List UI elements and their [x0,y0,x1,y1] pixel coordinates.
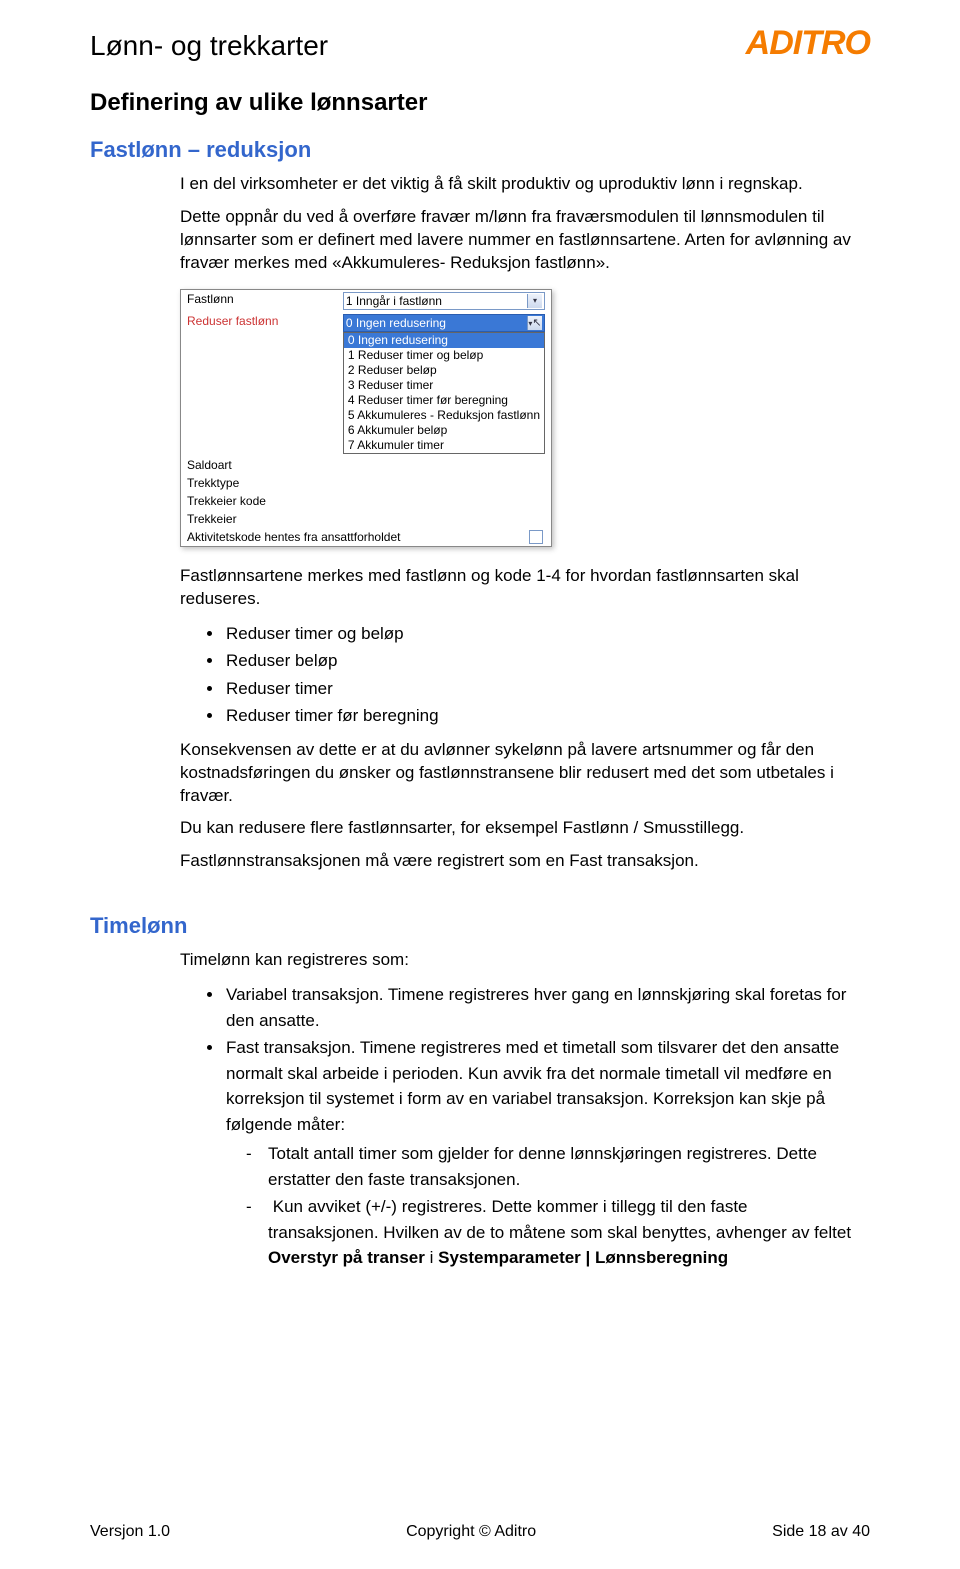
chevron-down-icon: ▾↖ [527,316,542,330]
list-item-text: Fast transaksjon. Timene registreres med… [226,1038,839,1134]
combo-value: 0 Ingen redusering [346,316,446,330]
field-label: Fastlønn [181,290,337,312]
content-block-timelonn: Timelønn kan registreres som: Variabel t… [180,949,860,1270]
dropdown-option[interactable]: 7 Akkumuler timer [344,438,544,453]
document-title: Lønn- og trekkarter [90,30,328,62]
dropdown-option[interactable]: 1 Reduser timer og beløp [344,348,544,363]
dropdown-list[interactable]: 0 Ingen redusering 1 Reduser timer og be… [343,332,545,454]
list-item: Reduser beløp [224,648,860,674]
embedded-app-screenshot: Fastlønn 1 Inngår i fastlønn ▾ Reduser f… [180,289,552,547]
dropdown-option[interactable]: 2 Reduser beløp [344,363,544,378]
content-block-fastlonn: I en del virksomheter er det viktig å få… [180,173,860,873]
page-header: Lønn- og trekkarter ADITRO [90,30,870,63]
sub-list-item: Totalt antall timer som gjelder for denn… [266,1141,860,1192]
paragraph: Fastlønnstransaksjonen må være registrer… [180,850,860,873]
list-item: Variabel transaksjon. Timene registreres… [224,982,860,1033]
chevron-down-icon: ▾ [527,294,542,308]
dropdown-option[interactable]: 4 Reduser timer før beregning [344,393,544,408]
paragraph: Timelønn kan registreres som: [180,949,860,972]
field-label: Saldoart [181,456,337,474]
bullet-list: Reduser timer og beløp Reduser beløp Red… [180,621,860,729]
combo-fastlonn[interactable]: 1 Inngår i fastlønn ▾ [343,292,545,310]
field-label: Trekkeier [181,510,337,528]
brand-logo: ADITRO [746,24,870,63]
document-page: Lønn- og trekkarter ADITRO Definering av… [0,0,960,1569]
dropdown-option[interactable]: 5 Akkumuleres - Reduksjon fastlønn [344,408,544,423]
field-label: Trekktype [181,474,337,492]
checkbox-icon[interactable] [529,530,543,544]
sub-list-item: Kun avviket (+/-) registreres. Dette kom… [266,1194,860,1271]
paragraph: I en del virksomheter er det viktig å få… [180,173,860,196]
combo-reduser-fastlonn[interactable]: 0 Ingen redusering ▾↖ [343,314,545,332]
footer-copyright: Copyright © Aditro [406,1523,536,1541]
page-footer: Versjon 1.0 Copyright © Aditro Side 18 a… [90,1523,870,1541]
subsection-heading-fastlonn: Fastlønn – reduksjon [90,137,870,163]
section-heading-definering: Definering av ulike lønnsarter [90,89,870,117]
combo-value: 1 Inngår i fastlønn [346,294,442,308]
dropdown-option[interactable]: 6 Akkumuler beløp [344,423,544,438]
paragraph: Konsekvensen av dette er at du avlønner … [180,739,860,808]
field-label: Trekkeier kode [181,492,337,510]
footer-version: Versjon 1.0 [90,1523,170,1541]
paragraph: Dette oppnår du ved å overføre fravær m/… [180,206,860,275]
sub-list: Totalt antall timer som gjelder for denn… [226,1141,860,1271]
bullet-list: Variabel transaksjon. Timene registreres… [180,982,860,1271]
list-item: Reduser timer [224,676,860,702]
dropdown-option[interactable]: 0 Ingen redusering [344,333,544,348]
field-label: Reduser fastlønn [181,312,337,456]
list-item: Reduser timer og beløp [224,621,860,647]
footer-page-number: Side 18 av 40 [772,1523,870,1541]
subsection-heading-timelonn: Timelønn [90,913,870,939]
dropdown-option[interactable]: 3 Reduser timer [344,378,544,393]
paragraph: Du kan redusere flere fastlønnsarter, fo… [180,817,860,840]
paragraph: Fastlønnsartene merkes med fastlønn og k… [180,565,860,611]
field-label: Aktivitetskode hentes fra ansattforholde… [187,530,400,544]
list-item: Fast transaksjon. Timene registreres med… [224,1035,860,1271]
list-item: Reduser timer før beregning [224,703,860,729]
